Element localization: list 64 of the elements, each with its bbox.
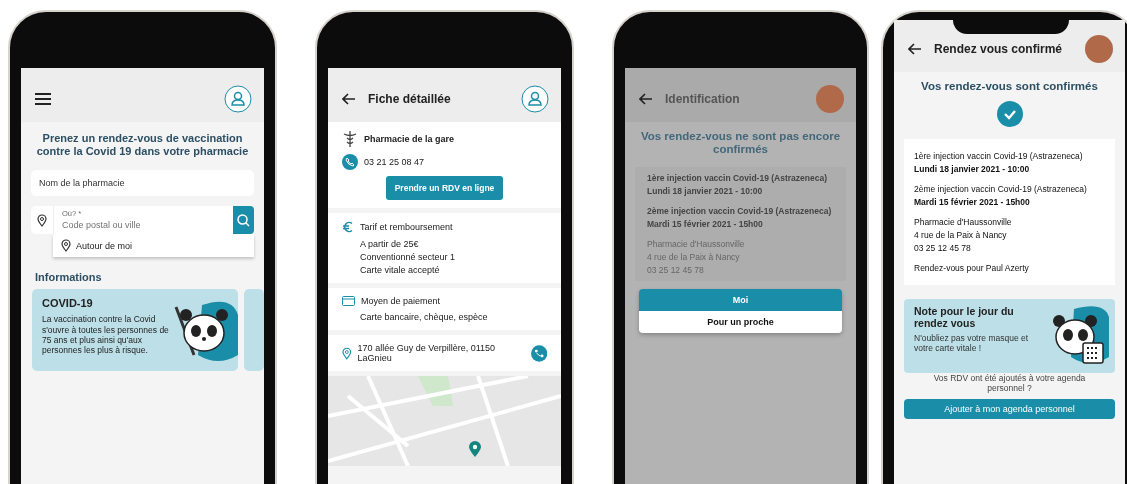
section-title: Informations <box>34 270 103 286</box>
appointment-for: Rendez-vous pour Paul Azerty <box>914 262 1030 273</box>
screen-title: Identification <box>665 92 740 106</box>
pharmacy-info: 03 25 12 45 78 <box>647 265 705 276</box>
credit-card-icon <box>342 296 355 306</box>
search-button[interactable] <box>233 206 254 235</box>
appointment-date: Mardi 15 février 2021 - 15h00 <box>914 196 1031 207</box>
appointment-name: 2ème injection vaccin Covid-19 (Astrazeneca) <box>914 183 1088 194</box>
section-heading: Moyen de paiement <box>361 296 441 306</box>
info-line: A partir de 25€ <box>360 239 420 249</box>
agenda-text: Vos RDV ont été ajoutés à votre agenda <box>932 372 1087 383</box>
page-heading: Vos rendez-vous ne sont pas encore confirmés <box>639 129 842 157</box>
note-title: Note pour le jour du rendez vous <box>914 304 1015 329</box>
pharmacy-info: 4 rue de la Paix à Nancy <box>914 229 1008 240</box>
appointment-date: Mardi 15 février 2021 - 15h00 <box>647 219 764 230</box>
phone-number: 03 21 25 08 47 <box>364 157 425 167</box>
appointment-name: 1ère injection vaccin Covid-19 (Astrazeneca) <box>647 173 828 184</box>
person-option[interactable]: Pour un proche <box>639 311 842 334</box>
avatar[interactable] <box>1085 35 1113 63</box>
page-heading: Prenez un rendez-vous de vaccination contre la Covid 19 dans votre pharmacie <box>35 131 250 160</box>
person-option[interactable]: Moi <box>639 289 842 312</box>
back-arrow-icon[interactable] <box>639 93 653 105</box>
add-to-agenda-button[interactable]: Ajouter à mon agenda personnel <box>904 398 1115 419</box>
caduceus-icon <box>342 130 358 148</box>
route-icon[interactable] <box>530 344 547 362</box>
pharmacy-info: Pharmacie d'Haussonville <box>647 239 746 250</box>
back-arrow-icon[interactable] <box>908 43 922 55</box>
phone-icon[interactable] <box>342 154 358 170</box>
card-title: COVID-19 <box>42 297 94 310</box>
check-icon <box>996 100 1023 127</box>
agenda-text: personnel ? <box>986 382 1033 393</box>
menu-icon[interactable] <box>35 93 51 105</box>
appointment-date: Lundi 18 janvier 2021 - 10:00 <box>647 186 764 197</box>
pharmacy-name-field[interactable]: Nom de la pharmacie <box>31 170 254 197</box>
appointment-date: Lundi 18 janvier 2021 - 10:00 <box>914 163 1031 174</box>
suggestion-label: Autour de moi <box>76 240 133 251</box>
location-pin-icon <box>342 346 352 360</box>
section-heading: Tarif et remboursement <box>360 222 453 232</box>
appointment-name: 2ème injection vaccin Covid-19 (Astrazeneca) <box>647 206 833 217</box>
book-appointment-button[interactable]: Prendre un RDV en ligne <box>385 176 504 200</box>
screen-title: Fiche détaillée <box>368 92 451 106</box>
user-icon[interactable] <box>224 85 252 113</box>
user-icon[interactable] <box>521 85 549 113</box>
euro-icon <box>342 221 354 233</box>
info-line: Conventionné secteur 1 <box>360 252 457 262</box>
nearby-suggestion[interactable]: Autour de moi <box>53 234 254 258</box>
map-pin-icon <box>468 440 482 458</box>
pharmacy-info: 4 rue de la Paix à Nancy <box>647 252 741 263</box>
location-pin-icon <box>61 239 71 253</box>
pharmacy-address: 170 allée Guy de Verpillère, 01150 LaGnieu <box>357 343 497 363</box>
pharmacy-info: 03 25 12 45 78 <box>914 242 972 253</box>
appointment-name: 1ère injection vaccin Covid-19 (Astrazeneca) <box>914 150 1084 161</box>
card-text: La vaccination contre la Covid s'ouvre à toutes les personnes de 75 ans et plus ainsi qu'aux personnes les plus à risque. <box>42 314 170 356</box>
search-icon <box>237 213 250 227</box>
location-pin-icon <box>37 213 47 227</box>
info-card[interactable]: COVID-19 La vaccination contre la Covid s'ouvre à toutes les personnes de 75 ans et plus ainsi qu'aux personnes les plus à risque. <box>32 289 238 372</box>
info-line: Carte bancaire, chèque, espèce <box>360 312 489 322</box>
pharmacy-name: Pharmacie de la gare <box>364 134 455 144</box>
back-arrow-icon[interactable] <box>342 93 356 105</box>
info-line: Carte vitale accepté <box>360 265 441 275</box>
note-text: N'oubliez pas votre masque et votre carte vitale ! <box>914 332 1030 353</box>
screen-title: Rendez vous confirmé <box>934 42 1063 56</box>
page-heading: Vos rendez-vous sont confirmés <box>920 79 1099 94</box>
pharmacy-info: Pharmacie d'Haussonville <box>914 216 1013 227</box>
